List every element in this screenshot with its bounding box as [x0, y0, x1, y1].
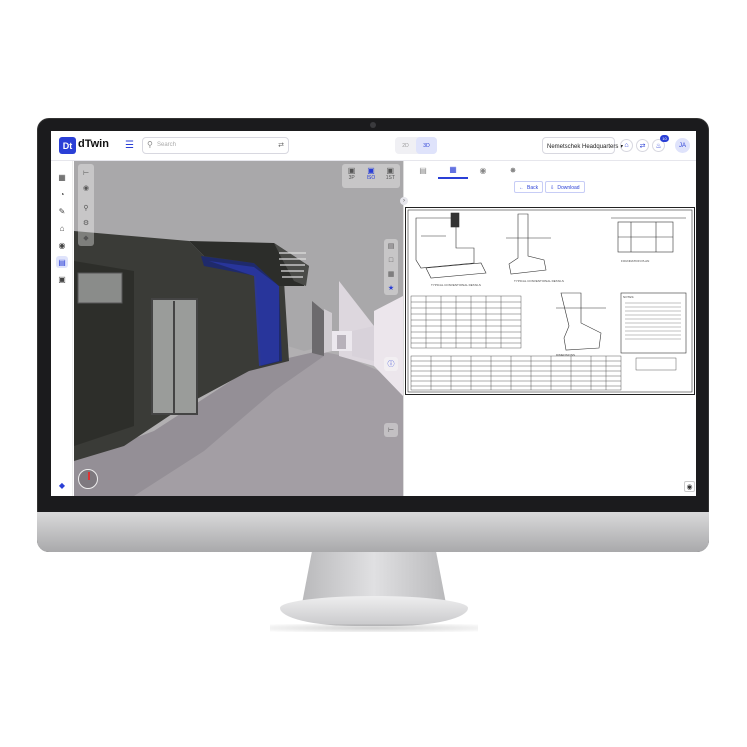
svg-text:TYPICAL CONVENTIONAL DETAILS: TYPICAL CONVENTIONAL DETAILS	[514, 279, 564, 283]
monitor-shadow	[270, 624, 478, 632]
sensor-icon[interactable]: ◉	[56, 239, 68, 251]
logo-text: dTwin	[78, 138, 109, 150]
download-button[interactable]: ⇩ Download	[545, 181, 585, 193]
info-tool: ⓘ	[384, 357, 398, 371]
monitor-base	[280, 596, 468, 626]
section-icon[interactable]: ▤	[384, 239, 398, 253]
monitor-chin	[37, 512, 709, 552]
home-icon[interactable]: ⌂	[620, 139, 633, 152]
camera-mode-iso-label: ISO	[366, 175, 376, 181]
compass-icon[interactable]	[78, 469, 98, 489]
search-placeholder: Search	[157, 142, 177, 148]
svg-text:DIMENSIONS: DIMENSIONS	[556, 353, 575, 357]
cube-icon: ▣	[347, 166, 356, 175]
webcam	[370, 122, 376, 128]
project-name: Nemetschek Headquarters	[547, 144, 619, 150]
svg-text:NOTES:: NOTES:	[623, 295, 634, 299]
corridor-scene	[74, 161, 403, 496]
document-actions: ← Back ⇩ Download	[514, 181, 585, 193]
download-label: Download	[557, 185, 580, 191]
search-input[interactable]: ⚲ Search ⇄	[142, 137, 289, 154]
camera-mode-1st-label: 1ST	[385, 175, 395, 181]
walk-icon[interactable]: ★	[384, 281, 398, 295]
view-2d-button[interactable]: 2D	[395, 137, 416, 154]
tab-settings[interactable]: ✸	[498, 161, 528, 179]
camera-mode-3p[interactable]: ▣ 3P	[342, 164, 361, 188]
layers-icon[interactable]: ◆	[56, 479, 68, 491]
download-icon: ⇩	[550, 185, 555, 191]
tab-details[interactable]: ▤	[408, 161, 438, 179]
info-icon[interactable]: ⓘ	[384, 357, 398, 371]
tag-icon[interactable]: ◆	[80, 232, 92, 244]
gauge-icon[interactable]: ◔	[56, 188, 68, 200]
first-person-icon: ▣	[386, 166, 395, 175]
tab-documents[interactable]: ▦	[438, 161, 468, 179]
svg-text:TYPICAL CONVENTIONAL DETAILS: TYPICAL CONVENTIONAL DETAILS	[431, 283, 481, 287]
app-screen: Dt dTwin ☰ ⚲ Search ⇄ 2D 3D Nemetschek H…	[51, 131, 696, 496]
edit-icon[interactable]: ✎	[56, 205, 68, 217]
notification-badge: 10	[660, 135, 669, 142]
tree-icon[interactable]: ⊢	[80, 167, 92, 179]
3d-viewport[interactable]: ⊢ ◉ ⚲ ⚙ ◆ ▣ 3P ▣ ISO ▣ 1ST ▤ □ ▦ ★ ⓘ ⊢	[74, 161, 403, 496]
sensor-tool-icon[interactable]: ◉	[80, 182, 92, 194]
technical-drawing[interactable]: TYPICAL CONVENTIONAL DETAILS TYPICAL CON…	[405, 207, 695, 395]
sidebar: ▦ ◔ ✎ ⌂ ◉ ▤ ▣ ◆	[51, 161, 73, 496]
zoom-icon[interactable]: ⚲	[80, 202, 92, 214]
dashboard-icon[interactable]: ▦	[56, 171, 68, 183]
settings-icon[interactable]: ⚙	[80, 217, 92, 229]
camera-mode-3p-label: 3P	[348, 175, 355, 181]
home-nav-icon[interactable]: ⌂	[56, 222, 68, 234]
documents-icon[interactable]: ▤	[56, 256, 68, 268]
back-button[interactable]: ← Back	[514, 181, 544, 193]
location-pin-icon[interactable]: ◉	[684, 481, 695, 492]
crop-icon[interactable]: □	[384, 253, 398, 267]
project-selector[interactable]: Nemetschek Headquarters ▾	[542, 137, 623, 154]
collapse-panel-icon[interactable]: ›	[400, 197, 408, 205]
logo-icon: Dt	[59, 137, 76, 154]
camera-mode-toolbar: ▣ 3P ▣ ISO ▣ 1ST	[342, 164, 400, 188]
document-panel: › ▤ ▦ ◉ ✸ ← Back ⇩ Download TYPICAL CONV…	[400, 161, 696, 496]
iso-cube-icon: ▣	[367, 166, 375, 175]
drawing-sheet: TYPICAL CONVENTIONAL DETAILS TYPICAL CON…	[407, 209, 693, 393]
camera-mode-iso[interactable]: ▣ ISO	[361, 164, 380, 188]
tree-tool: ⊢	[384, 423, 398, 437]
menu-icon[interactable]: ☰	[125, 140, 136, 151]
panel-tabs: ▤ ▦ ◉ ✸	[404, 161, 696, 179]
folder-icon[interactable]: ▣	[56, 273, 68, 285]
avatar[interactable]: JA	[675, 138, 690, 153]
translate-icon[interactable]: ⇄	[636, 139, 649, 152]
filter-icon[interactable]: ⇄	[278, 141, 284, 149]
viewport-toolbar-left: ⊢ ◉ ⚲ ⚙ ◆	[78, 164, 94, 246]
search-icon: ⚲	[147, 140, 153, 149]
measure-icon[interactable]: ▦	[384, 267, 398, 281]
arrow-left-icon: ←	[519, 185, 524, 191]
camera-mode-1st[interactable]: ▣ 1ST	[381, 164, 400, 188]
top-bar: Dt dTwin ☰ ⚲ Search ⇄ 2D 3D Nemetschek H…	[51, 131, 696, 161]
view-3d-button[interactable]: 3D	[416, 137, 437, 154]
svg-text:FOUNDATION PLAN: FOUNDATION PLAN	[621, 259, 649, 263]
view-toggle: 2D 3D	[395, 137, 437, 154]
tab-sensors[interactable]: ◉	[468, 161, 498, 179]
hierarchy-icon[interactable]: ⊢	[384, 423, 398, 437]
viewport-toolbar-right: ▤ □ ▦ ★	[384, 239, 398, 295]
back-label: Back	[527, 185, 539, 191]
